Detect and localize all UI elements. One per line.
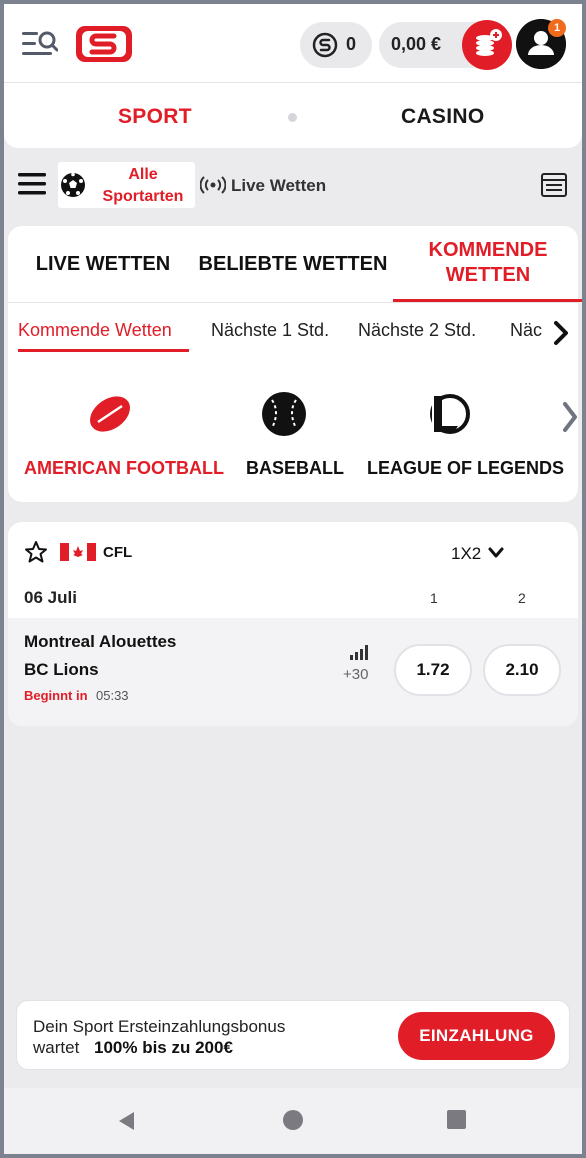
tab-casino[interactable]: CASINO [401, 105, 484, 129]
more-markets-count[interactable]: +30 [343, 666, 368, 683]
bonus-text-line1: Dein Sport Ersteinzahlungsbonus [33, 1017, 286, 1036]
starts-in-label: Beginnt in [24, 688, 88, 703]
chevron-right-icon[interactable] [560, 400, 580, 434]
stats-bars-icon [350, 645, 368, 660]
deposit-coins-icon[interactable] [462, 20, 512, 70]
back-icon[interactable] [116, 1110, 138, 1132]
time-filter-upcoming[interactable]: Kommende Wetten [18, 320, 172, 341]
sport-tile-american-football[interactable]: AMERICAN FOOTBALL [20, 386, 224, 486]
coins-count: 0 [346, 34, 357, 54]
soccer-ball-icon [61, 172, 85, 197]
live-broadcast-icon [200, 176, 226, 194]
s-coin-icon [312, 32, 338, 58]
sportingbet-logo[interactable] [74, 24, 134, 64]
tab-live-bets[interactable]: LIVE WETTEN [8, 226, 198, 302]
tab-upcoming-bets[interactable]: KOMMENDE WETTEN [393, 226, 582, 302]
starts-in-time: 05:33 [96, 688, 129, 703]
coins-pill[interactable]: 0 [300, 22, 372, 68]
tab-sport[interactable]: SPORT [118, 105, 192, 129]
sport-selector[interactable]: Alle Sportarten [58, 162, 195, 208]
baseball-icon [262, 392, 306, 436]
favorite-star-icon[interactable] [24, 540, 48, 564]
notification-badge: 1 [548, 19, 566, 37]
menu-search-icon[interactable] [22, 30, 58, 58]
bonus-banner: Dein Sport Ersteinzahlungsbonus wartet 1… [16, 1000, 570, 1070]
sport-tile-baseball[interactable]: BASEBALL [240, 386, 344, 486]
mode-divider-dot [288, 113, 297, 122]
odds-button-away[interactable]: 2.10 [483, 644, 561, 696]
bonus-text-line2: wartet [33, 1038, 80, 1057]
league-name: CFL [103, 544, 133, 561]
betslip-icon[interactable] [540, 171, 568, 199]
odds-column-2: 2 [518, 590, 526, 606]
bets-tabs-card: LIVE WETTEN BELIEBTE WETTEN KOMMENDE WET… [8, 226, 582, 502]
top-bar: 0 0,00 € 1 [4, 4, 582, 82]
time-filter-next-2h[interactable]: Nächste 2 Std. [358, 320, 476, 341]
sport-tile-league-of-legends[interactable]: LEAGUE OF LEGENDS [364, 386, 564, 486]
android-nav-bar [4, 1088, 582, 1154]
deposit-button[interactable]: EINZAHLUNG [398, 1012, 555, 1060]
odds-button-home[interactable]: 1.72 [394, 644, 472, 696]
event-row[interactable]: Montreal Alouettes BC Lions Beginnt in 0… [8, 618, 578, 726]
sport-tile-label: BASEBALL [246, 458, 344, 478]
home-icon[interactable] [283, 1110, 303, 1130]
recent-apps-icon[interactable] [447, 1110, 466, 1129]
time-filter-next-more[interactable]: Näc [510, 320, 548, 341]
market-selector[interactable]: 1X2 [451, 544, 481, 564]
tab-upcoming-bets-label: KOMMENDE WETTEN [428, 238, 548, 286]
tabs-divider [8, 302, 578, 303]
league-of-legends-icon [430, 394, 470, 434]
hamburger-menu-icon[interactable] [18, 172, 46, 196]
canada-flag-icon [60, 543, 96, 561]
odds-column-1: 1 [430, 590, 438, 606]
app-screen: 0 0,00 € 1 SPORT CASINO Alle Sportarten … [4, 4, 582, 1154]
sport-tile-label: LEAGUE OF LEGENDS [367, 458, 565, 478]
event-card: CFL 1X2 06 Juli 1 2 Montreal Alouettes B… [8, 522, 578, 726]
chevron-down-icon[interactable] [488, 546, 504, 560]
home-team: Montreal Alouettes [24, 632, 177, 651]
tab-popular-bets[interactable]: BELIEBTE WETTEN [198, 226, 388, 302]
time-filter-active-underline [18, 349, 189, 352]
live-bets-link[interactable]: Live Wetten [231, 176, 326, 196]
bonus-amount: 100% bis zu 200€ [94, 1038, 233, 1057]
event-date: 06 Juli [24, 588, 77, 607]
chevron-right-icon[interactable] [550, 320, 572, 346]
sport-tile-label: AMERICAN FOOTBALL [24, 458, 224, 478]
time-filter-next-1h[interactable]: Nächste 1 Std. [211, 320, 329, 341]
mode-switch: SPORT CASINO [4, 82, 582, 148]
american-football-icon [90, 396, 130, 432]
away-team: BC Lions [24, 660, 99, 679]
balance-amount: 0,00 € [391, 34, 442, 54]
sport-selector-label: Alle Sportarten [102, 166, 184, 205]
